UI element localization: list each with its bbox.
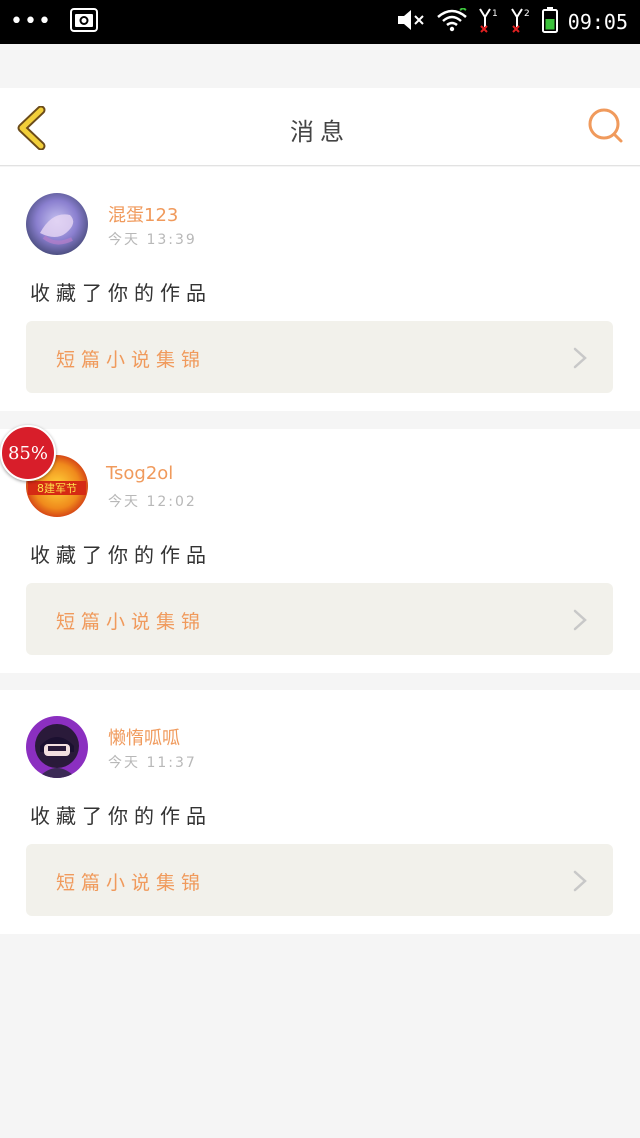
work-link[interactable]: 短篇小说集锦 [26,583,613,655]
nav-bar: 消息 [0,88,640,166]
status-bar: ••• 1 2 09:05 [0,0,640,44]
notification-card: 混蛋123 今天 13:39 收藏了你的作品 短篇小说集锦 [0,167,640,411]
timestamp: 今天 13:39 [108,232,197,248]
notification-message: 收藏了你的作品 [30,543,212,567]
search-button[interactable] [586,106,626,146]
work-title: 短篇小说集锦 [56,349,207,371]
svg-text:2: 2 [524,9,530,19]
avatar-text: 8建军节 [37,481,77,495]
chevron-right-icon [573,609,587,631]
work-title: 短篇小说集锦 [56,611,207,633]
progress-badge: 85% [0,425,56,481]
work-title: 短篇小说集锦 [56,872,207,894]
page-title: 消息 [290,118,350,146]
timestamp: 今天 11:37 [108,755,197,771]
svg-text:1: 1 [492,9,498,19]
notification-card: 懒惰呱呱 今天 11:37 收藏了你的作品 短篇小说集锦 [0,690,640,934]
username[interactable]: Tsog2ol [106,463,173,484]
work-link[interactable]: 短篇小说集锦 [26,321,613,393]
battery-icon [541,7,558,37]
username[interactable]: 懒惰呱呱 [108,724,180,750]
more-dots-icon: ••• [10,9,52,34]
wifi-icon [436,6,468,36]
status-time: 09:05 [567,10,628,34]
notification-card: 8建军节 85% Tsog2ol 今天 12:02 收藏了你的作品 短篇小说集锦 [0,425,640,673]
signal-sim2-icon: 2 [510,7,532,37]
notification-message: 收藏了你的作品 [30,281,212,305]
username[interactable]: 混蛋123 [108,201,178,227]
avatar[interactable] [26,193,88,255]
volume-muted-icon [396,8,426,36]
camera-icon [69,8,98,36]
work-link[interactable]: 短篇小说集锦 [26,844,613,916]
search-icon [588,108,623,143]
chevron-right-icon [573,870,587,892]
avatar[interactable] [26,716,88,778]
timestamp: 今天 12:02 [108,494,197,510]
chevron-right-icon [573,347,587,369]
signal-sim1-icon: 1 [478,7,500,37]
notification-message: 收藏了你的作品 [30,804,212,828]
